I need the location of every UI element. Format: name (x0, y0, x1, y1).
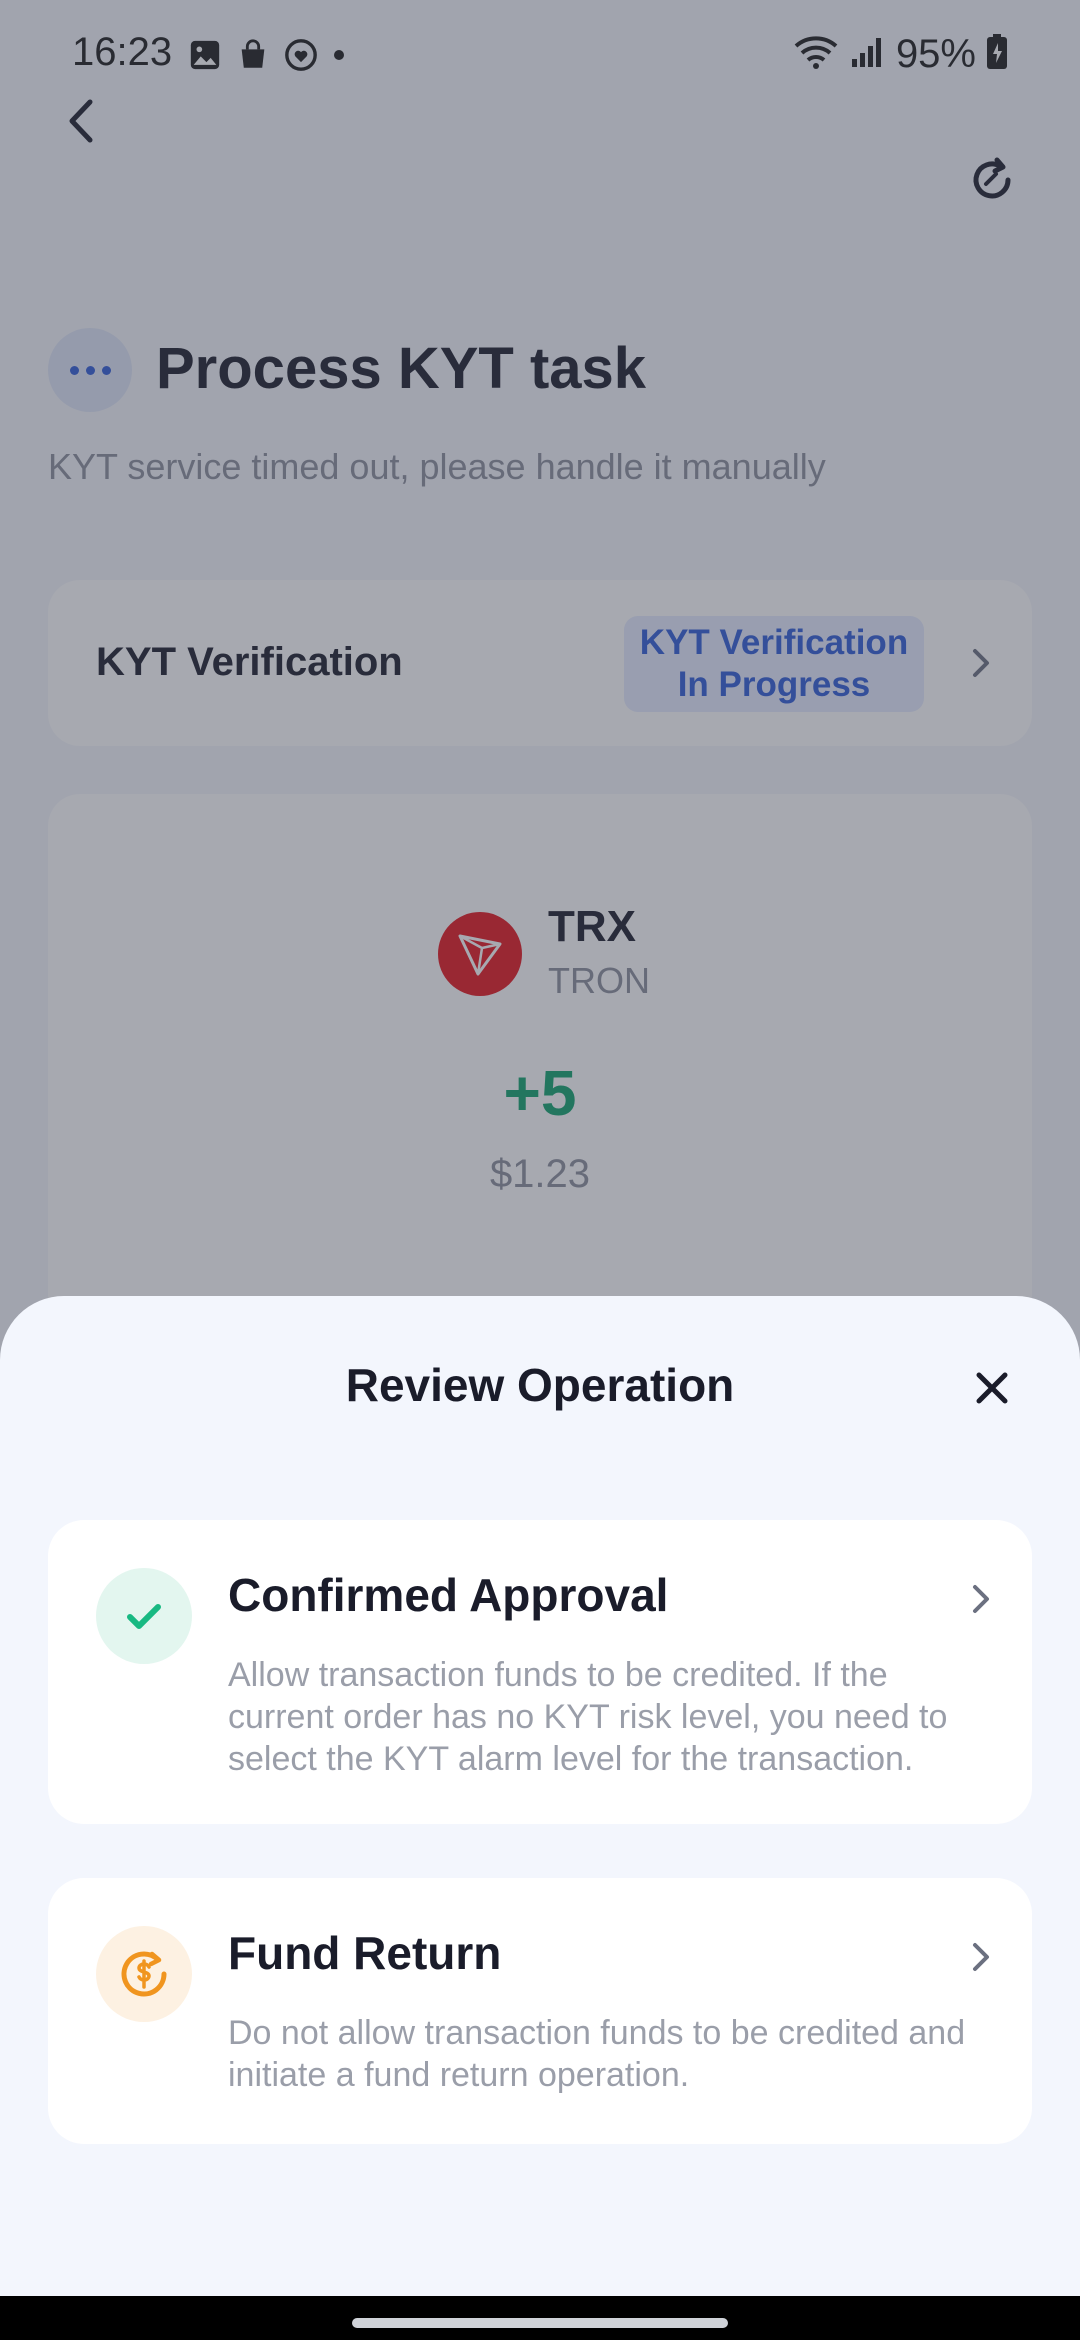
chevron-right-icon (970, 1940, 992, 1979)
kyt-task-screen: 16:23 95% Process KYT task KYT service t… (0, 0, 1080, 2340)
fund-return-option[interactable]: Fund Return Do not allow transaction fun… (48, 1878, 1032, 2144)
dollar-return-icon (96, 1926, 192, 2022)
option-title: Confirmed Approval (228, 1569, 669, 1621)
close-icon (976, 1372, 1008, 1404)
home-gesture-handle[interactable] (352, 2318, 728, 2328)
chevron-right-icon (970, 1582, 992, 1621)
system-nav-bar (0, 2296, 1080, 2340)
review-operation-sheet: Review Operation Confirmed Approval Allo… (0, 1296, 1080, 2296)
confirmed-approval-option[interactable]: Confirmed Approval Allow transaction fun… (48, 1520, 1032, 1824)
checkmark-icon (96, 1568, 192, 1664)
close-button[interactable] (972, 1368, 1012, 1408)
option-title: Fund Return (228, 1927, 502, 1979)
option-description: Do not allow transaction funds to be cre… (228, 2014, 966, 2094)
option-description: Allow transaction funds to be credited. … (228, 1656, 948, 1778)
sheet-title: Review Operation (345, 1359, 735, 1411)
